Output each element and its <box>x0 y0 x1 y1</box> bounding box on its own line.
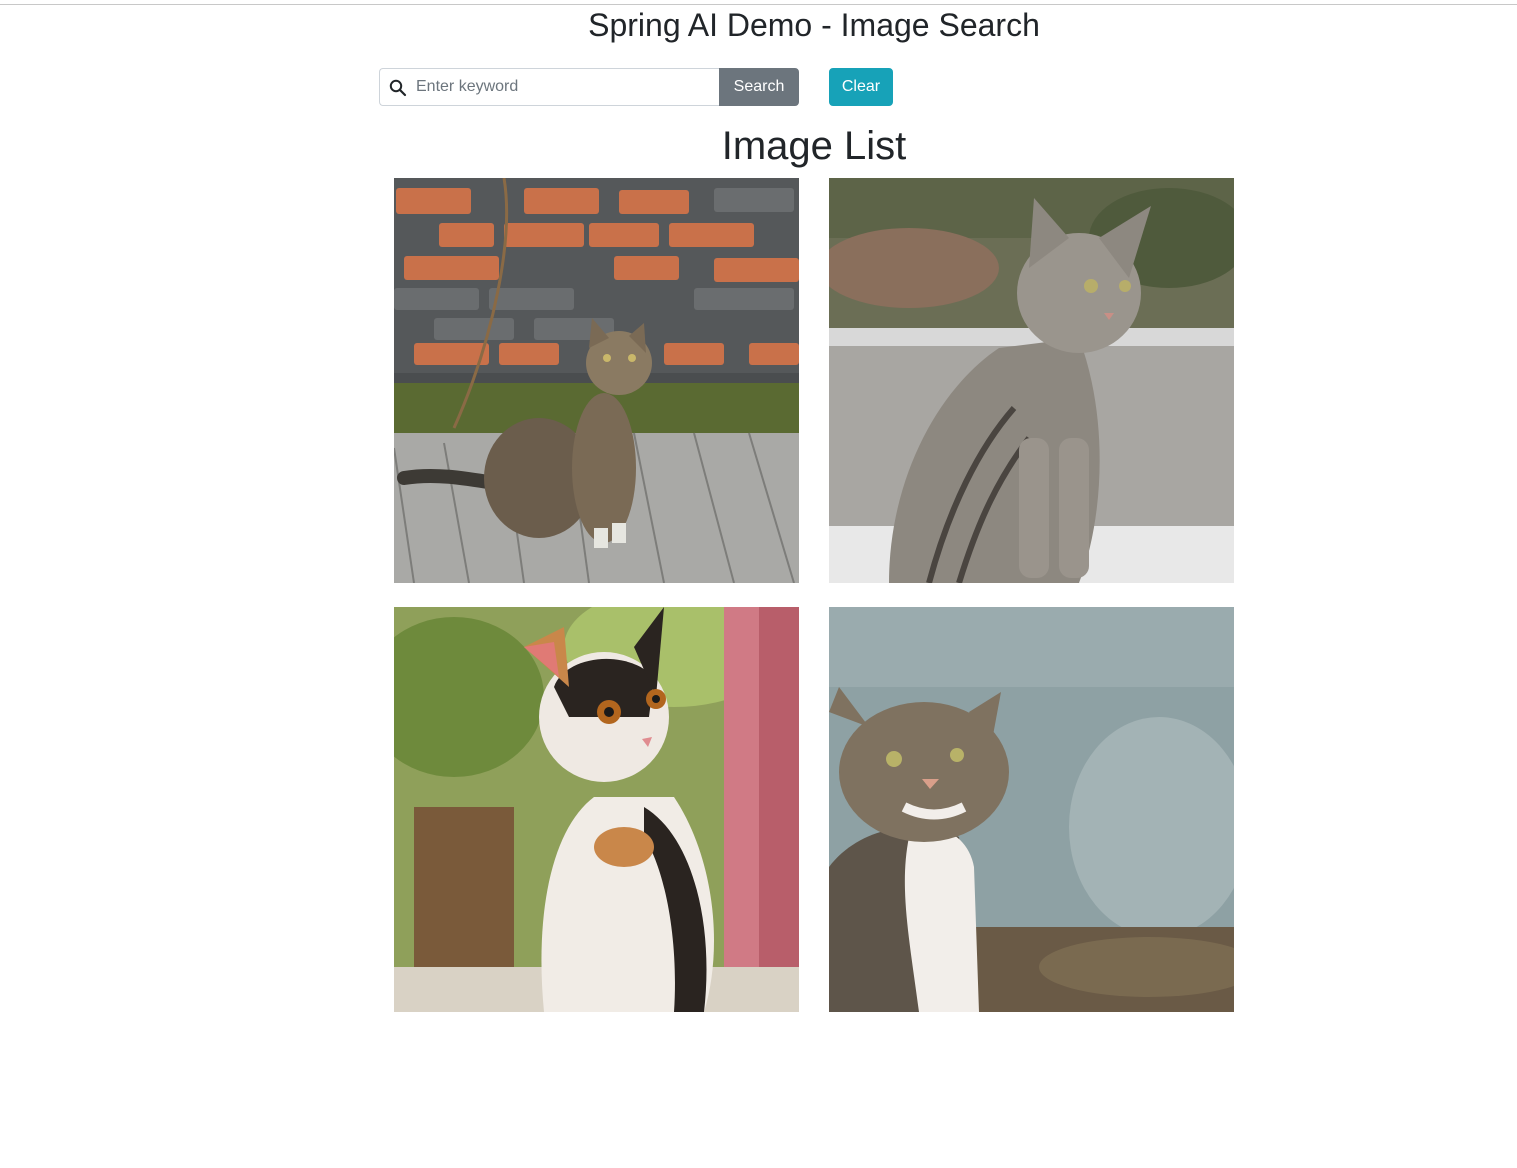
result-image[interactable] <box>829 607 1234 1012</box>
clear-button[interactable]: Clear <box>829 68 893 106</box>
result-image[interactable] <box>829 178 1234 583</box>
result-image[interactable] <box>394 607 799 1012</box>
cat-photo-image <box>394 607 799 1012</box>
cat-photo-image <box>829 607 1234 1012</box>
page-title: Spring AI Demo - Image Search <box>588 7 1040 43</box>
search-input[interactable] <box>416 69 716 105</box>
image-list-heading: Image List <box>721 124 907 168</box>
cat-photo-image <box>394 178 799 583</box>
top-divider <box>0 4 1517 5</box>
search-button[interactable]: Search <box>719 68 799 106</box>
cat-photo-image <box>829 178 1234 583</box>
search-icon <box>389 79 407 97</box>
search-input-group[interactable] <box>379 68 719 106</box>
result-image[interactable] <box>394 178 799 583</box>
